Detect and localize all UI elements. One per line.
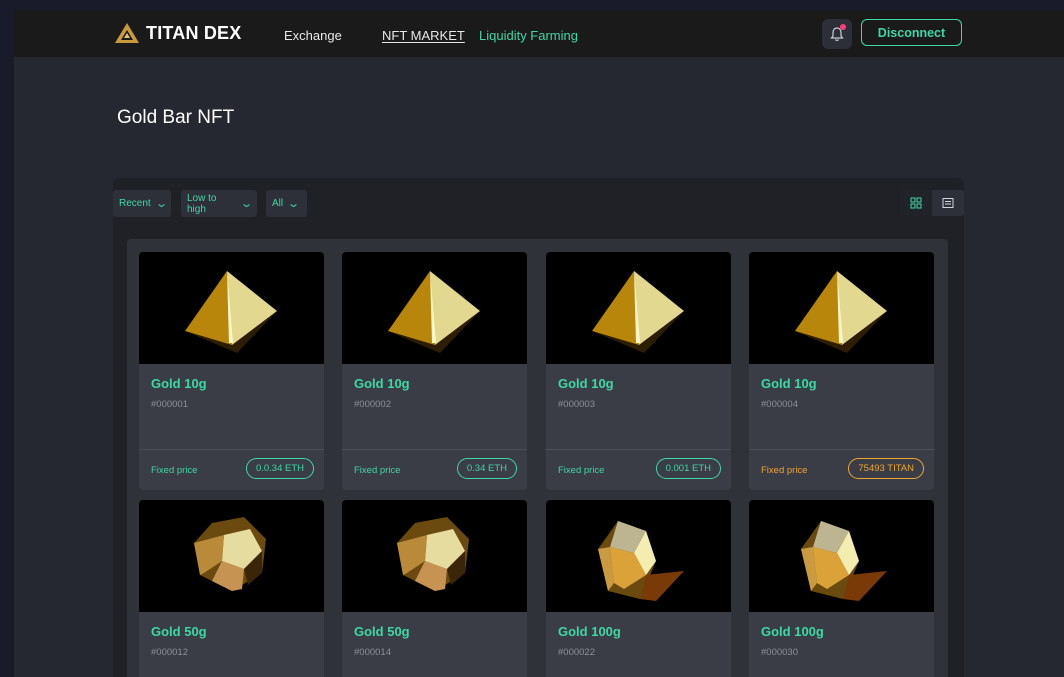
nft-image: [546, 252, 731, 364]
price-type-label: Fixed price: [151, 465, 198, 476]
gold-pyramid-icon: [591, 271, 684, 353]
nft-name: Gold 100g: [761, 624, 824, 639]
sort-select[interactable]: Recent ⌄: [113, 190, 171, 217]
nft-card[interactable]: Gold 50g #000012: [139, 500, 324, 677]
nft-name: Gold 50g: [354, 624, 410, 639]
nft-id: #000001: [151, 399, 188, 410]
nav-liquidity-farming[interactable]: Liquidity Farming: [479, 28, 578, 43]
nft-name: Gold 50g: [151, 624, 207, 639]
price-type-label: Fixed price: [354, 465, 401, 476]
nft-image: [749, 252, 934, 364]
nft-id: #000004: [761, 399, 798, 410]
gold-dodecahedron-icon: [193, 517, 266, 591]
price-badge[interactable]: 0.0.34 ETH: [245, 458, 314, 479]
nav-exchange[interactable]: Exchange: [284, 28, 342, 43]
nft-name: Gold 10g: [151, 376, 207, 391]
window-top-strip: [0, 0, 1064, 10]
nft-grid: Gold 10g #000001 Fixed price 0.0.34 ETH …: [127, 239, 948, 677]
grid-view-button[interactable]: [900, 190, 932, 216]
nft-image: [139, 500, 324, 612]
list-view-button[interactable]: [932, 190, 964, 216]
nft-card[interactable]: Gold 50g #000014: [342, 500, 527, 677]
gold-dodecahedron-icon: [396, 517, 469, 591]
nft-image: [342, 500, 527, 612]
chevron-down-icon: ⌄: [287, 198, 301, 210]
divider: [139, 449, 324, 450]
nft-id: #000012: [151, 647, 188, 658]
window-left-strip: [0, 0, 14, 677]
nft-id: #000014: [354, 647, 391, 658]
gold-pyramid-icon: [184, 271, 277, 353]
notifications-button[interactable]: [822, 19, 852, 49]
nft-card[interactable]: Gold 100g #000030: [749, 500, 934, 677]
price-type-label: Fixed price: [761, 465, 808, 476]
order-select[interactable]: Low to high ⌄: [181, 190, 257, 217]
nft-card[interactable]: Gold 10g #000002 Fixed price 0.34 ETH: [342, 252, 527, 490]
view-toggle: [900, 190, 964, 216]
nft-name: Gold 10g: [761, 376, 817, 391]
price-badge[interactable]: 75493 TITAN: [848, 458, 924, 479]
list-icon: [942, 198, 954, 208]
nft-name: Gold 10g: [354, 376, 410, 391]
divider: [342, 449, 527, 450]
nft-card[interactable]: Gold 100g #000022: [546, 500, 731, 677]
nft-image: [749, 500, 934, 612]
chevron-down-icon: ⌄: [154, 198, 168, 210]
gold-pyramid-icon: [794, 271, 887, 353]
brand-name: TITAN DEX: [146, 22, 242, 43]
notification-dot: [840, 24, 846, 30]
divider: [749, 449, 934, 450]
nav-nft-market[interactable]: NFT MARKET: [382, 28, 465, 43]
nft-name: Gold 10g: [558, 376, 614, 391]
titan-logo-icon: [115, 23, 139, 43]
nft-card[interactable]: Gold 10g #000001 Fixed price 0.0.34 ETH: [139, 252, 324, 490]
nft-id: #000030: [761, 647, 798, 658]
order-value: Low to high: [187, 192, 217, 215]
disconnect-button[interactable]: Disconnect: [861, 19, 962, 46]
divider: [546, 449, 731, 450]
price-type-label: Fixed price: [558, 465, 605, 476]
nft-panel: Recent ⌄ Low to high ⌄ All ⌄ Gold 10g #0…: [113, 178, 964, 677]
nft-id: #000002: [354, 399, 391, 410]
gold-crystal-icon: [597, 520, 684, 601]
price-badge[interactable]: 0.001 ETH: [655, 458, 721, 479]
chevron-down-icon: ⌄: [239, 198, 253, 210]
page-title: Gold Bar NFT: [117, 107, 235, 128]
gold-crystal-icon: [800, 520, 887, 601]
page: TITAN DEX Exchange NFT MARKET Liquidity …: [14, 10, 1064, 677]
type-select[interactable]: All ⌄: [266, 190, 307, 217]
nft-image: [139, 252, 324, 364]
grid-icon: [910, 197, 922, 209]
gold-pyramid-icon: [387, 271, 480, 353]
nft-name: Gold 100g: [558, 624, 621, 639]
type-value: All: [272, 198, 284, 209]
brand-logo[interactable]: TITAN DEX: [114, 22, 241, 44]
nft-image: [546, 500, 731, 612]
nft-card[interactable]: Gold 10g #000003 Fixed price 0.001 ETH: [546, 252, 731, 490]
nft-id: #000022: [558, 647, 595, 658]
navbar: TITAN DEX Exchange NFT MARKET Liquidity …: [14, 10, 1064, 57]
nft-id: #000003: [558, 399, 595, 410]
nft-image: [342, 252, 527, 364]
sort-value: Recent: [119, 198, 151, 209]
price-badge[interactable]: 0.34 ETH: [456, 458, 517, 479]
nft-card[interactable]: Gold 10g #000004 Fixed price 75493 TITAN: [749, 252, 934, 490]
